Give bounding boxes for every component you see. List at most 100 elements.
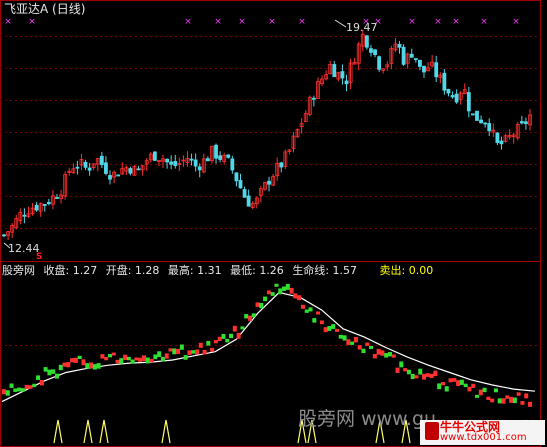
indicator-bar — [380, 350, 385, 356]
candle-body — [226, 154, 231, 158]
indicator-bar — [444, 386, 449, 392]
indicator-bar — [172, 348, 177, 355]
candle-body — [446, 89, 451, 94]
indicator-bar — [387, 352, 392, 357]
indicator-bar — [160, 356, 165, 362]
candle-body — [344, 80, 349, 85]
indicator-bar — [145, 357, 150, 364]
candle-body — [519, 121, 524, 124]
indicator-bar — [43, 367, 48, 372]
indicator-bar — [429, 373, 434, 379]
indicator-bar — [399, 361, 404, 368]
indicator-bar — [176, 348, 181, 354]
signal-x-marker: × — [268, 17, 276, 27]
indicator-close: 收盘: 1.27 — [43, 264, 98, 277]
indicator-bar — [410, 373, 415, 379]
indicator-bar — [266, 290, 271, 295]
signal-x-marker: × — [4, 17, 12, 27]
lifeline-series — [1, 291, 536, 403]
indicator-bar — [327, 325, 332, 331]
candle-body — [409, 53, 414, 58]
indicator-bar — [501, 398, 506, 404]
candle-body — [128, 168, 133, 174]
indicator-bar — [236, 332, 241, 339]
indicator-bar — [115, 359, 120, 364]
indicator-lifeline: 生命线: 1.57 — [292, 264, 358, 277]
indicator-bar — [202, 349, 207, 355]
indicator-bar — [213, 339, 218, 344]
indicator-bar — [493, 388, 498, 393]
indicator-bar — [217, 336, 222, 342]
indicator-bar — [51, 369, 56, 374]
high-price-label: 19.47 — [346, 21, 378, 34]
candle-body — [422, 65, 426, 73]
indicator-bar — [406, 369, 411, 375]
stock-chart-canvas[interactable]: × × × × × × × × × × × × × × — [0, 0, 547, 447]
indicator-bar — [240, 326, 245, 330]
indicator-low: 最低: 1.26 — [230, 264, 284, 277]
candle-body — [418, 59, 422, 67]
indicator-bar — [425, 373, 430, 377]
indicator-bar — [456, 380, 461, 386]
candle-body — [442, 72, 447, 91]
indicator-bar — [448, 378, 453, 383]
candle-body — [214, 144, 218, 159]
candle-body — [22, 214, 27, 217]
indicator-bar — [194, 349, 199, 355]
candle-body — [205, 158, 210, 162]
indicator-bar — [369, 345, 374, 350]
candle-body — [2, 234, 6, 237]
indicator-bar — [467, 386, 472, 392]
indicator-bar — [157, 351, 162, 358]
indicator-bar — [255, 302, 260, 307]
indicator-bar — [452, 378, 457, 382]
candle-body — [364, 35, 369, 48]
indicator-bar — [422, 373, 427, 380]
candle-body — [108, 175, 112, 180]
indicator-bar — [100, 354, 105, 359]
indicator-bar — [478, 389, 483, 396]
indicator-bar — [85, 363, 90, 369]
indicator-bar — [418, 368, 423, 375]
indicator-bar — [263, 296, 268, 302]
indicator-bar — [62, 362, 67, 367]
signal-x-marker: × — [434, 17, 442, 27]
indicator-bar — [13, 388, 18, 392]
indicator-bar — [338, 334, 343, 339]
indicator-bar — [47, 369, 52, 376]
candle-body — [246, 195, 251, 207]
candle-body — [475, 110, 479, 121]
indicator-bar — [153, 354, 158, 360]
indicator-bar — [285, 283, 290, 290]
indicator-bar — [433, 370, 438, 377]
candle-body — [434, 62, 439, 78]
indicator-bar — [331, 324, 336, 329]
candle-body — [197, 166, 202, 171]
indicator-bar — [168, 348, 173, 352]
candle-body — [230, 158, 235, 171]
candle-body — [173, 161, 178, 166]
candle-body — [34, 204, 39, 211]
indicator-bar — [319, 320, 324, 325]
indicator-bar — [66, 362, 71, 368]
candle-body — [499, 140, 504, 145]
indicator-bar — [524, 393, 529, 399]
indicator-bar — [463, 383, 468, 388]
indicator-bar — [70, 358, 75, 363]
indicator-bar — [123, 354, 128, 361]
candle-body — [55, 197, 59, 199]
indicator-bar — [32, 383, 37, 388]
indicator-bar — [39, 379, 44, 386]
indicator-bar — [440, 382, 445, 386]
indicator-open: 开盘: 1.28 — [105, 264, 160, 277]
indicator-bar — [528, 401, 532, 407]
candle-body — [46, 202, 51, 205]
indicator-bar — [516, 392, 521, 396]
indicator-bar — [270, 292, 275, 296]
site-logo-url: www.tdx001.com — [440, 432, 527, 443]
candle-body — [238, 180, 243, 189]
indicator-bar — [149, 359, 154, 363]
candle-body — [479, 119, 483, 124]
indicator-bar — [92, 364, 97, 370]
indicator-bar — [323, 327, 328, 333]
